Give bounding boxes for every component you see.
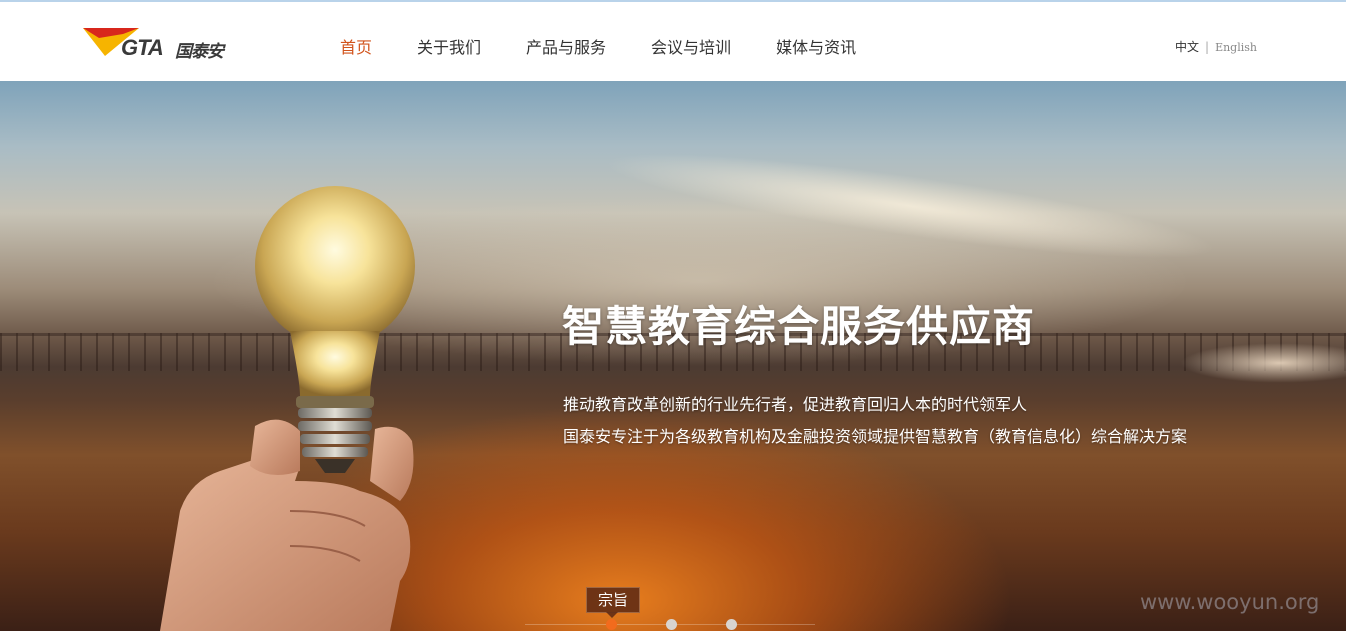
light-bulb-icon — [160, 186, 415, 631]
banner-headline: 智慧教育综合服务供应商 — [562, 302, 1036, 351]
sky-light-streak — [598, 133, 1222, 279]
watermark-text: www.wooyun.org — [1140, 590, 1320, 614]
nav-about-us[interactable]: 关于我们 — [417, 34, 481, 58]
logo-brand-cn: 国泰安 — [175, 42, 224, 62]
main-nav: 首页 关于我们 产品与服务 会议与培训 媒体与资讯 — [340, 34, 901, 58]
banner-subline-1: 推动教育改革创新的行业先行者，促进教育回归人本的时代领军人 — [563, 395, 1028, 414]
slide-tag: 宗旨 — [586, 587, 640, 613]
nav-products-services[interactable]: 产品与服务 — [526, 34, 606, 58]
slide-tag-pointer — [606, 612, 618, 618]
nav-conference-training[interactable]: 会议与培训 — [651, 34, 731, 58]
hero-banner: 智慧教育综合服务供应商 推动教育改革创新的行业先行者，促进教育回归人本的时代领军… — [0, 81, 1346, 631]
lang-separator: | — [1205, 40, 1210, 54]
logo-brand-en: GTA — [121, 35, 164, 60]
slider-dot-3[interactable] — [726, 619, 737, 630]
hand-icon — [160, 419, 414, 631]
slider-dot-1[interactable] — [606, 619, 617, 630]
banner-subline-2: 国泰安专注于为各级教育机构及金融投资领域提供智慧教育（教育信息化）综合解决方案 — [563, 427, 1188, 446]
site-header: GTA 国泰安 首页 关于我们 产品与服务 会议与培训 媒体与资讯 中文 | Eng… — [0, 2, 1346, 81]
lang-english-link[interactable]: English — [1215, 41, 1257, 54]
language-switcher: 中文 | English — [1175, 38, 1257, 55]
nav-media-news[interactable]: 媒体与资讯 — [776, 34, 856, 58]
lang-chinese-link[interactable]: 中文 — [1175, 40, 1199, 54]
nav-home[interactable]: 首页 — [340, 34, 372, 58]
road-light-glow — [1180, 343, 1346, 383]
slider-dot-2[interactable] — [666, 619, 677, 630]
gta-logo[interactable]: GTA 国泰安 — [83, 24, 243, 64]
